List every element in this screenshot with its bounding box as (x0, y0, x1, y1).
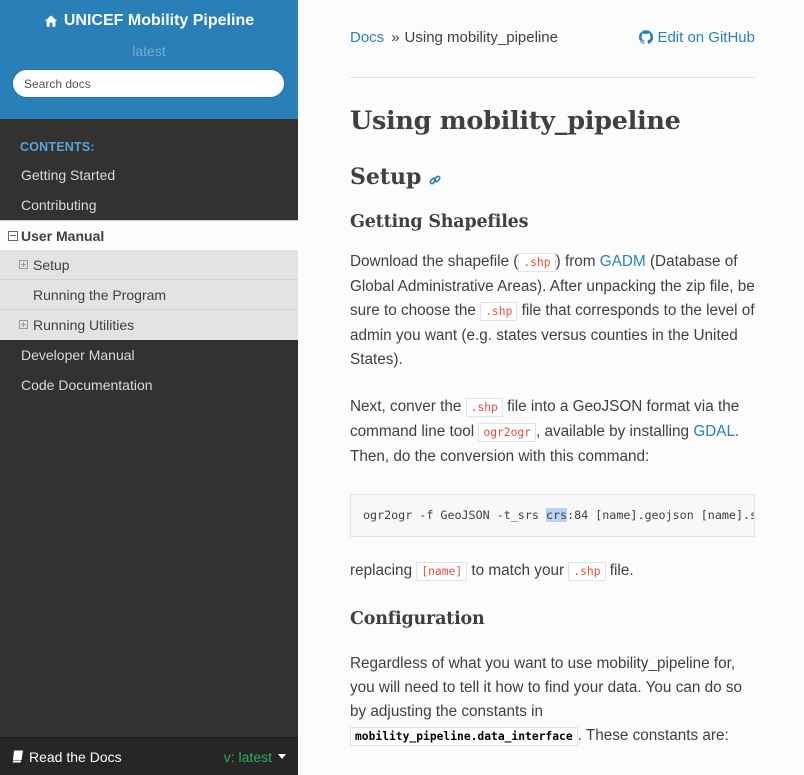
nav-setup[interactable]: Setup (0, 250, 298, 280)
project-title: UNICEF Mobility Pipeline (63, 12, 255, 29)
replacing-paragraph: replacing [name] to match your .shp file… (350, 559, 755, 584)
inline-code: ogr2ogr (478, 423, 536, 442)
page-title: Using mobility_pipeline (350, 106, 681, 136)
inline-code: .shp (568, 562, 606, 581)
expand-icon[interactable] (19, 320, 28, 329)
text: Regardless of what you want to use mobil… (350, 655, 743, 720)
text: ) from (555, 253, 600, 270)
rtd-text: Read the Docs (29, 748, 122, 765)
search-form (12, 69, 285, 98)
inline-code: .shp (518, 253, 556, 272)
edit-on-github-label: Edit on GitHub (657, 28, 755, 46)
nav-getting-started[interactable]: Getting Started (0, 160, 298, 190)
link-icon (429, 175, 441, 185)
text: Next, conver the (350, 398, 466, 415)
nav-running-the-program-label: Running the Program (33, 286, 167, 303)
home-icon (44, 15, 57, 27)
configuration-paragraph: Regardless of what you want to use mobil… (350, 652, 755, 749)
rtd-version[interactable]: v: latest (224, 749, 286, 765)
convert-paragraph: Next, conver the .shp file into a GeoJSO… (350, 395, 755, 469)
gdal-link[interactable]: GDAL (693, 423, 735, 440)
inline-code: [name] (416, 562, 468, 581)
text: , available by installing (536, 423, 694, 440)
code-block[interactable]: ogr2ogr -f GeoJSON -t_srs crs:84 [name].… (350, 494, 755, 537)
main-content: Docs » Using mobility_pipeline Edit on G… (350, 0, 755, 749)
breadcrumb: Docs » Using mobility_pipeline Edit on G… (350, 0, 755, 78)
breadcrumb-docs-link[interactable]: Docs (350, 29, 384, 46)
nav-contributing[interactable]: Contributing (0, 190, 298, 220)
rtd-version-bar[interactable]: Read the Docs v: latest (0, 737, 298, 775)
caret-down-icon (278, 754, 286, 759)
collapse-icon[interactable] (8, 230, 18, 241)
nav-setup-label: Setup (33, 256, 70, 273)
github-icon (639, 30, 654, 44)
breadcrumb-current: Using mobility_pipeline (404, 28, 558, 46)
text: file. (605, 562, 634, 579)
nav-running-the-program[interactable]: Running the Program (0, 280, 298, 310)
inline-code: .shp (465, 398, 503, 417)
nav-code-documentation[interactable]: Code Documentation (0, 370, 298, 400)
gadm-link[interactable]: GADM (600, 253, 646, 270)
book-icon (12, 750, 23, 763)
text: to match your (467, 562, 569, 579)
nav-running-utilities[interactable]: Running Utilities (0, 310, 298, 340)
configuration-heading: Configuration (350, 609, 485, 629)
shapefile-paragraph: Download the shapefile (.shp) from GADM … (350, 250, 755, 372)
code-text: :84 [name].geojson [name].shp (567, 508, 755, 522)
nav-developer-manual[interactable]: Developer Manual (0, 340, 298, 370)
version-label: latest (132, 43, 166, 59)
shapefiles-heading: Getting Shapefiles (350, 212, 529, 232)
text: replacing (350, 562, 417, 579)
inline-code: mobility_pipeline.data_interface (350, 727, 578, 746)
rtd-version-label: v: latest (223, 748, 272, 765)
project-home-link[interactable]: UNICEF Mobility Pipeline (44, 12, 254, 30)
code-selection: crs (545, 508, 568, 522)
expand-icon[interactable] (19, 260, 28, 269)
text: . These constants are: (577, 727, 729, 744)
setup-heading: Setup (350, 164, 755, 190)
sidebar-header: UNICEF Mobility Pipeline latest (0, 0, 298, 119)
sidebar: UNICEF Mobility Pipeline latest Contents… (0, 0, 298, 775)
nav-submenu: Setup Running the Program Running Utilit… (0, 250, 298, 340)
menu-caption: Contents: (20, 140, 95, 154)
rtd-label: Read the Docs (12, 749, 122, 765)
text: Download the shapefile ( (350, 253, 519, 270)
setup-heading-text: Setup (350, 164, 422, 190)
inline-code: .shp (480, 302, 518, 321)
search-input[interactable] (12, 69, 285, 98)
edit-on-github-link[interactable]: Edit on GitHub (639, 29, 755, 46)
permalink-link[interactable] (429, 168, 441, 186)
nav-user-manual-label: User Manual (21, 227, 105, 244)
breadcrumb-separator: » (391, 28, 400, 46)
nav-running-utilities-label: Running Utilities (33, 317, 135, 333)
code-text: ogr2ogr -f GeoJSON -t_srs (363, 508, 546, 522)
nav-user-manual[interactable]: User Manual (0, 220, 298, 250)
